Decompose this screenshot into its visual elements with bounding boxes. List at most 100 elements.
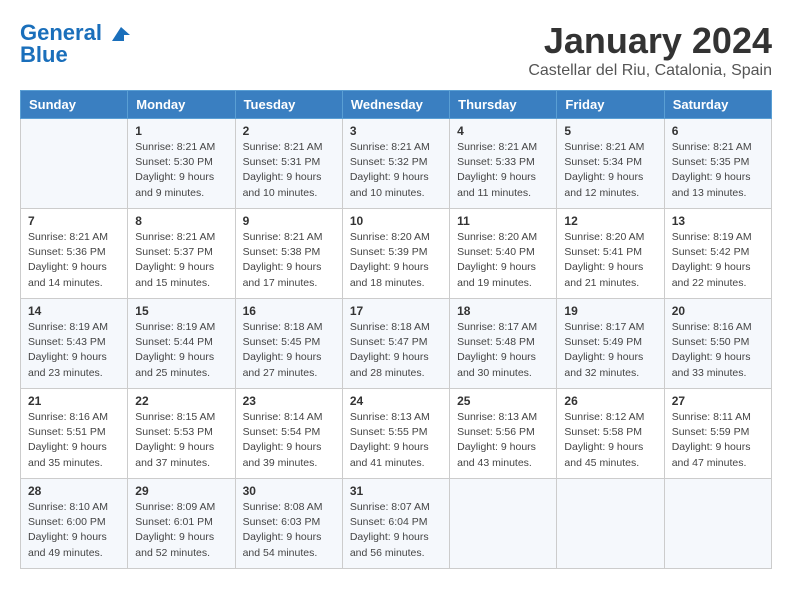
calendar-cell: 21 Sunrise: 8:16 AMSunset: 5:51 PMDayligh…	[21, 389, 128, 479]
calendar-cell: 22 Sunrise: 8:15 AMSunset: 5:53 PMDayligh…	[128, 389, 235, 479]
header-saturday: Saturday	[664, 91, 771, 119]
day-number: 14	[28, 304, 120, 318]
calendar-cell: 11 Sunrise: 8:20 AMSunset: 5:40 PMDayligh…	[450, 209, 557, 299]
calendar-cell: 3 Sunrise: 8:21 AMSunset: 5:32 PMDaylight…	[342, 119, 449, 209]
day-number: 2	[243, 124, 335, 138]
day-info: Sunrise: 8:08 AMSunset: 6:03 PMDaylight:…	[243, 500, 335, 561]
day-info: Sunrise: 8:09 AMSunset: 6:01 PMDaylight:…	[135, 500, 227, 561]
calendar-cell: 6 Sunrise: 8:21 AMSunset: 5:35 PMDaylight…	[664, 119, 771, 209]
day-number: 27	[672, 394, 764, 408]
day-number: 10	[350, 214, 442, 228]
day-info: Sunrise: 8:16 AMSunset: 5:51 PMDaylight:…	[28, 410, 120, 471]
day-number: 1	[135, 124, 227, 138]
day-number: 25	[457, 394, 549, 408]
page-header: General Blue January 2024 Castellar del …	[20, 20, 772, 80]
calendar-cell: 24 Sunrise: 8:13 AMSunset: 5:55 PMDayligh…	[342, 389, 449, 479]
calendar-cell: 2 Sunrise: 8:21 AMSunset: 5:31 PMDaylight…	[235, 119, 342, 209]
title-block: January 2024 Castellar del Riu, Cataloni…	[528, 20, 772, 80]
day-info: Sunrise: 8:07 AMSunset: 6:04 PMDaylight:…	[350, 500, 442, 561]
calendar-week-row: 21 Sunrise: 8:16 AMSunset: 5:51 PMDayligh…	[21, 389, 772, 479]
day-number: 7	[28, 214, 120, 228]
calendar-cell	[664, 479, 771, 569]
day-number: 31	[350, 484, 442, 498]
day-info: Sunrise: 8:11 AMSunset: 5:59 PMDaylight:…	[672, 410, 764, 471]
day-number: 22	[135, 394, 227, 408]
calendar-cell: 4 Sunrise: 8:21 AMSunset: 5:33 PMDaylight…	[450, 119, 557, 209]
day-info: Sunrise: 8:13 AMSunset: 5:56 PMDaylight:…	[457, 410, 549, 471]
day-number: 6	[672, 124, 764, 138]
calendar-cell: 16Sunrise: 8:18 AMSunset: 5:45 PMDayligh…	[235, 299, 342, 389]
day-info: Sunrise: 8:21 AMSunset: 5:33 PMDaylight:…	[457, 140, 549, 201]
location: Castellar del Riu, Catalonia, Spain	[528, 62, 772, 80]
day-info: Sunrise: 8:21 AMSunset: 5:32 PMDaylight:…	[350, 140, 442, 201]
calendar-week-row: 7 Sunrise: 8:21 AMSunset: 5:36 PMDaylight…	[21, 209, 772, 299]
day-info: Sunrise: 8:10 AMSunset: 6:00 PMDaylight:…	[28, 500, 120, 561]
day-info: Sunrise: 8:19 AMSunset: 5:43 PMDaylight:…	[28, 320, 120, 381]
header-sunday: Sunday	[21, 91, 128, 119]
day-number: 21	[28, 394, 120, 408]
day-number: 29	[135, 484, 227, 498]
day-info: Sunrise: 8:21 AMSunset: 5:35 PMDaylight:…	[672, 140, 764, 201]
calendar-cell: 28 Sunrise: 8:10 AMSunset: 6:00 PMDayligh…	[21, 479, 128, 569]
calendar-cell: 17Sunrise: 8:18 AMSunset: 5:47 PMDayligh…	[342, 299, 449, 389]
day-number: 24	[350, 394, 442, 408]
header-tuesday: Tuesday	[235, 91, 342, 119]
day-number: 3	[350, 124, 442, 138]
day-number: 16	[243, 304, 335, 318]
day-info: Sunrise: 8:19 AMSunset: 5:44 PMDaylight:…	[135, 320, 227, 381]
calendar-week-row: 1 Sunrise: 8:21 AMSunset: 5:30 PMDaylight…	[21, 119, 772, 209]
month-title: January 2024	[528, 20, 772, 62]
calendar-cell: 29 Sunrise: 8:09 AMSunset: 6:01 PMDayligh…	[128, 479, 235, 569]
day-number: 4	[457, 124, 549, 138]
calendar-cell: 7 Sunrise: 8:21 AMSunset: 5:36 PMDaylight…	[21, 209, 128, 299]
day-number: 13	[672, 214, 764, 228]
day-number: 28	[28, 484, 120, 498]
calendar-cell: 19 Sunrise: 8:17 AMSunset: 5:49 PMDayligh…	[557, 299, 664, 389]
calendar-cell: 20Sunrise: 8:16 AMSunset: 5:50 PMDayligh…	[664, 299, 771, 389]
days-header-row: SundayMondayTuesdayWednesdayThursdayFrid…	[21, 91, 772, 119]
day-info: Sunrise: 8:13 AMSunset: 5:55 PMDaylight:…	[350, 410, 442, 471]
day-info: Sunrise: 8:21 AMSunset: 5:30 PMDaylight:…	[135, 140, 227, 201]
calendar-cell: 5Sunrise: 8:21 AMSunset: 5:34 PMDaylight…	[557, 119, 664, 209]
day-info: Sunrise: 8:16 AMSunset: 5:50 PMDaylight:…	[672, 320, 764, 381]
day-info: Sunrise: 8:20 AMSunset: 5:39 PMDaylight:…	[350, 230, 442, 291]
day-info: Sunrise: 8:17 AMSunset: 5:49 PMDaylight:…	[564, 320, 656, 381]
calendar-body: 1 Sunrise: 8:21 AMSunset: 5:30 PMDaylight…	[21, 119, 772, 569]
day-number: 11	[457, 214, 549, 228]
day-number: 8	[135, 214, 227, 228]
day-info: Sunrise: 8:21 AMSunset: 5:31 PMDaylight:…	[243, 140, 335, 201]
calendar-cell: 9Sunrise: 8:21 AMSunset: 5:38 PMDaylight…	[235, 209, 342, 299]
day-number: 15	[135, 304, 227, 318]
calendar-cell: 10 Sunrise: 8:20 AMSunset: 5:39 PMDayligh…	[342, 209, 449, 299]
day-number: 9	[243, 214, 335, 228]
calendar-table: SundayMondayTuesdayWednesdayThursdayFrid…	[20, 90, 772, 569]
day-info: Sunrise: 8:19 AMSunset: 5:42 PMDaylight:…	[672, 230, 764, 291]
calendar-header: SundayMondayTuesdayWednesdayThursdayFrid…	[21, 91, 772, 119]
day-info: Sunrise: 8:17 AMSunset: 5:48 PMDaylight:…	[457, 320, 549, 381]
day-number: 17	[350, 304, 442, 318]
day-info: Sunrise: 8:21 AMSunset: 5:36 PMDaylight:…	[28, 230, 120, 291]
header-friday: Friday	[557, 91, 664, 119]
calendar-week-row: 14 Sunrise: 8:19 AMSunset: 5:43 PMDayligh…	[21, 299, 772, 389]
logo: General Blue	[20, 20, 132, 68]
header-monday: Monday	[128, 91, 235, 119]
day-info: Sunrise: 8:20 AMSunset: 5:40 PMDaylight:…	[457, 230, 549, 291]
calendar-cell: 23 Sunrise: 8:14 AMSunset: 5:54 PMDayligh…	[235, 389, 342, 479]
day-number: 23	[243, 394, 335, 408]
calendar-cell: 12Sunrise: 8:20 AMSunset: 5:41 PMDayligh…	[557, 209, 664, 299]
day-number: 19	[564, 304, 656, 318]
day-number: 26	[564, 394, 656, 408]
day-info: Sunrise: 8:14 AMSunset: 5:54 PMDaylight:…	[243, 410, 335, 471]
calendar-cell: 13 Sunrise: 8:19 AMSunset: 5:42 PMDayligh…	[664, 209, 771, 299]
logo-icon	[110, 25, 132, 43]
calendar-cell: 30 Sunrise: 8:08 AMSunset: 6:03 PMDayligh…	[235, 479, 342, 569]
calendar-cell: 26 Sunrise: 8:12 AMSunset: 5:58 PMDayligh…	[557, 389, 664, 479]
header-thursday: Thursday	[450, 91, 557, 119]
day-info: Sunrise: 8:12 AMSunset: 5:58 PMDaylight:…	[564, 410, 656, 471]
day-number: 12	[564, 214, 656, 228]
day-info: Sunrise: 8:15 AMSunset: 5:53 PMDaylight:…	[135, 410, 227, 471]
calendar-cell	[450, 479, 557, 569]
day-info: Sunrise: 8:21 AMSunset: 5:37 PMDaylight:…	[135, 230, 227, 291]
header-wednesday: Wednesday	[342, 91, 449, 119]
day-number: 30	[243, 484, 335, 498]
